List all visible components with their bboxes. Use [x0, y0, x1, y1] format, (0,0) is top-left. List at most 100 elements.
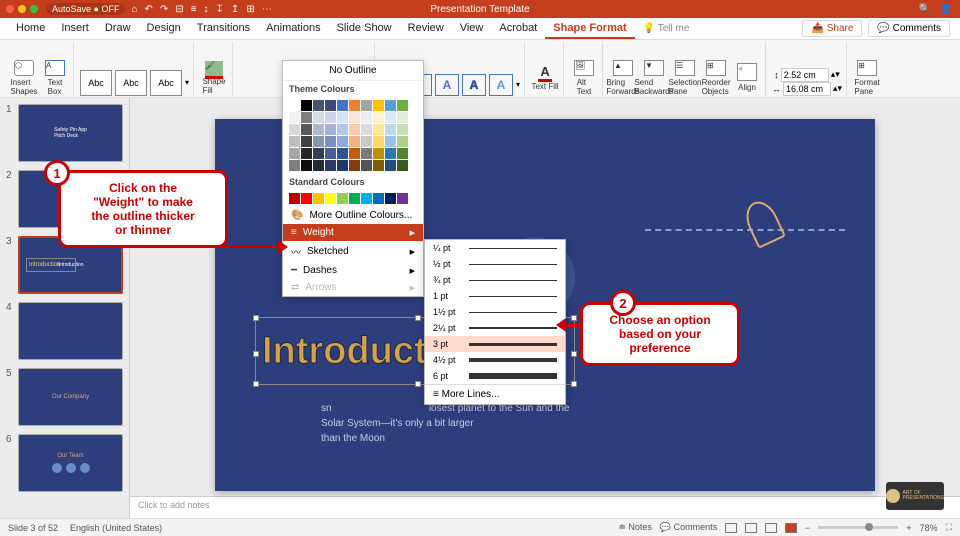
colour-swatch[interactable]: [337, 160, 348, 171]
qat[interactable]: ⌂↶↷⊟≡↕↧↥⊞⋯: [131, 4, 271, 15]
colour-swatch[interactable]: [385, 112, 396, 123]
qat-icon[interactable]: ⌂: [131, 4, 137, 15]
tab-draw[interactable]: Draw: [97, 19, 139, 39]
colour-swatch[interactable]: [313, 160, 324, 171]
share-button[interactable]: 📤 Share: [802, 20, 862, 37]
text-box-button[interactable]: AText Box: [41, 60, 69, 96]
insert-shapes-button[interactable]: ⬡Insert Shapes: [10, 60, 38, 96]
tab-design[interactable]: Design: [139, 19, 189, 39]
slide-thumbnails[interactable]: 1Safety Pin App Pitch Deck23Introduction…: [0, 98, 130, 518]
tab-home[interactable]: Home: [8, 19, 53, 39]
selection-pane-button[interactable]: ☰Selection Pane: [671, 60, 699, 96]
colour-swatch[interactable]: [361, 112, 372, 123]
colour-swatch[interactable]: [349, 148, 360, 159]
more-lines-item[interactable]: ≡ More Lines...: [425, 384, 565, 404]
zoom-slider[interactable]: [818, 526, 898, 529]
colour-swatch[interactable]: [361, 100, 372, 111]
send-backward-button[interactable]: ▼Send Backwards: [640, 60, 668, 96]
colour-swatch[interactable]: [301, 136, 312, 147]
tab-acrobat[interactable]: Acrobat: [491, 19, 545, 39]
normal-view-icon[interactable]: [725, 523, 737, 533]
comments-toggle[interactable]: 💬 Comments: [660, 522, 717, 533]
qat-icon[interactable]: ↷: [160, 4, 168, 15]
colour-swatch[interactable]: [385, 160, 396, 171]
colour-swatch[interactable]: [361, 124, 372, 135]
colour-swatch[interactable]: [289, 148, 300, 159]
align-button[interactable]: ⫞Align: [733, 60, 761, 96]
colour-swatch[interactable]: [337, 136, 348, 147]
window-controls[interactable]: [6, 5, 38, 13]
colour-swatch[interactable]: [289, 124, 300, 135]
colour-swatch[interactable]: [385, 193, 396, 204]
colour-swatch[interactable]: [325, 160, 336, 171]
colour-swatch[interactable]: [349, 193, 360, 204]
colour-swatch[interactable]: [337, 148, 348, 159]
shape-fill-button[interactable]: 🖌Shape Fill: [200, 60, 228, 96]
reorder-button[interactable]: ⊞Reorder Objects: [702, 60, 730, 96]
slideshow-view-icon[interactable]: [785, 523, 797, 533]
tab-transitions[interactable]: Transitions: [189, 19, 258, 39]
tab-shape-format[interactable]: Shape Format: [545, 19, 634, 39]
colour-swatch[interactable]: [385, 124, 396, 135]
shape-style-1[interactable]: Abc: [80, 70, 112, 96]
colour-swatch[interactable]: [373, 112, 384, 123]
weight-option-1½pt[interactable]: 1½ pt: [425, 304, 565, 320]
shape-style-2[interactable]: Abc: [115, 70, 147, 96]
colour-swatch[interactable]: [397, 100, 408, 111]
colour-swatch[interactable]: [289, 136, 300, 147]
colour-swatch[interactable]: [313, 193, 324, 204]
format-pane-button[interactable]: ⊞Format Pane: [853, 60, 881, 96]
weight-option-2¼pt[interactable]: 2¼ pt: [425, 320, 565, 336]
colour-swatch[interactable]: [325, 112, 336, 123]
colour-swatch[interactable]: [325, 100, 336, 111]
qat-icon[interactable]: ⊟: [175, 4, 183, 15]
colour-swatch[interactable]: [373, 148, 384, 159]
colour-swatch[interactable]: [349, 136, 360, 147]
notes-toggle[interactable]: ≐ Notes: [618, 522, 652, 533]
zoom-in-icon[interactable]: +: [906, 523, 911, 533]
reading-view-icon[interactable]: [765, 523, 777, 533]
alt-text-button[interactable]: 🖼Alt Text: [570, 60, 598, 96]
colour-swatch[interactable]: [373, 100, 384, 111]
sorter-view-icon[interactable]: [745, 523, 757, 533]
weight-option-1pt[interactable]: 1 pt: [425, 288, 565, 304]
colour-swatch[interactable]: [301, 124, 312, 135]
colour-swatch[interactable]: [397, 160, 408, 171]
colour-swatch[interactable]: [313, 136, 324, 147]
colour-swatch[interactable]: [397, 136, 408, 147]
qat-icon[interactable]: ≡: [191, 4, 197, 15]
colour-swatch[interactable]: [313, 148, 324, 159]
colour-swatch[interactable]: [289, 193, 300, 204]
weight-option-6pt[interactable]: 6 pt: [425, 368, 565, 384]
zoom-out-icon[interactable]: −: [805, 523, 810, 533]
colour-swatch[interactable]: [397, 148, 408, 159]
colour-swatch[interactable]: [337, 112, 348, 123]
weight-option-4½pt[interactable]: 4½ pt: [425, 352, 565, 368]
colour-swatch[interactable]: [337, 193, 348, 204]
colour-swatch[interactable]: [325, 136, 336, 147]
colour-swatch[interactable]: [289, 160, 300, 171]
colour-swatch[interactable]: [373, 160, 384, 171]
colour-swatch[interactable]: [301, 193, 312, 204]
colour-swatch[interactable]: [373, 136, 384, 147]
colour-swatch[interactable]: [361, 148, 372, 159]
fit-icon[interactable]: ⛶: [946, 522, 952, 533]
theme-colour-grid[interactable]: [283, 97, 423, 174]
thumbnail-1[interactable]: Safety Pin App Pitch Deck: [18, 104, 123, 162]
colour-swatch[interactable]: [289, 112, 300, 123]
colour-swatch[interactable]: [313, 124, 324, 135]
qat-icon[interactable]: ↶: [145, 4, 153, 15]
qat-icon[interactable]: ↧: [216, 4, 224, 15]
qat-icon[interactable]: ↥: [231, 4, 239, 15]
standard-colour-grid[interactable]: [283, 190, 423, 207]
more-colours-item[interactable]: 🎨More Outline Colours...: [283, 207, 423, 224]
colour-swatch[interactable]: [349, 160, 360, 171]
search-icon[interactable]: 🔍 👤: [919, 4, 952, 15]
colour-swatch[interactable]: [337, 100, 348, 111]
wordart-style-3[interactable]: A: [435, 74, 459, 96]
thumbnail-6[interactable]: Our Team: [18, 434, 123, 492]
colour-swatch[interactable]: [361, 193, 372, 204]
colour-swatch[interactable]: [301, 112, 312, 123]
weight-option-¼pt[interactable]: ¼ pt: [425, 240, 565, 256]
shape-style-3[interactable]: Abc: [150, 70, 182, 96]
